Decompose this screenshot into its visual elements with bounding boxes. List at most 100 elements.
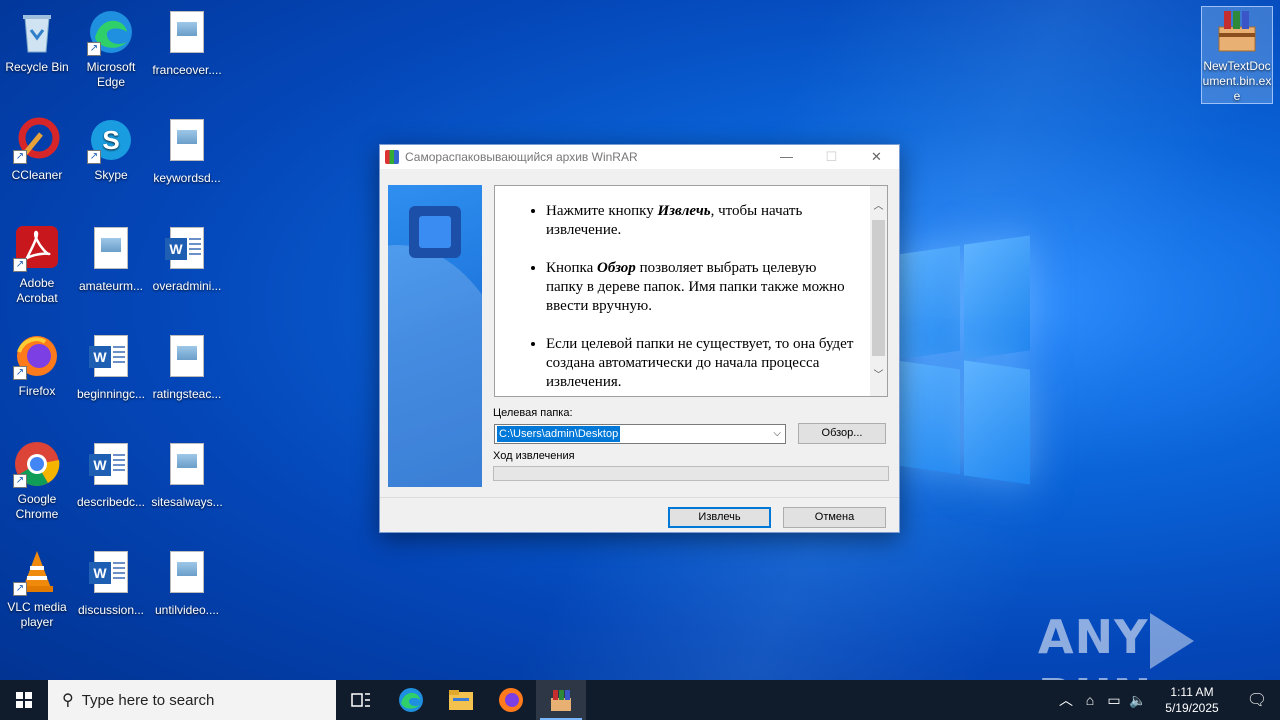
instructions-panel: Нажмите кнопку Извлечь, чтобы начать изв… [494,185,888,397]
clock-date: 5/19/2025 [1165,701,1219,715]
taskbar-winrar[interactable] [536,680,586,720]
desktop-icon-vlc[interactable]: ↗ VLC media player [0,548,74,630]
icon-label: sitesalways... [151,495,223,509]
desktop-icon-untilvideo[interactable]: untilvideo.... [150,548,224,618]
target-folder-combo[interactable]: C:\Users\admin\Desktop ⌵ [494,424,786,444]
close-button[interactable]: ✕ [854,145,899,169]
tray-app-icon[interactable]: ⌂ [1078,692,1102,708]
firefox-icon [499,688,523,712]
icon-label: Skype [94,168,128,182]
chevron-down-icon[interactable]: ⌵ [773,425,781,443]
edge-icon [399,688,423,712]
desktop-icon-discussion[interactable]: W discussion... [74,548,148,618]
shortcut-arrow-icon: ↗ [13,258,27,272]
shortcut-arrow-icon: ↗ [13,366,27,380]
desktop-icon-keywordsd[interactable]: keywordsd... [150,116,224,186]
task-view-icon [351,693,370,707]
taskbar-search-box[interactable]: ⚲ Type here to search [48,680,336,720]
desktop-icon-skype[interactable]: S ↗ Skype [74,116,148,183]
icon-label: Microsoft Edge [86,60,136,89]
icon-label: VLC media player [7,600,67,629]
minimize-button[interactable]: — [764,145,809,169]
start-button[interactable] [0,680,48,720]
skype-icon: S ↗ [87,116,135,164]
search-placeholder: Type here to search [81,691,215,709]
taskbar-clock[interactable]: 1:11 AM 5/19/2025 [1150,684,1234,716]
target-folder-value[interactable]: C:\Users\admin\Desktop [497,426,621,442]
taskbar-firefox[interactable] [486,680,536,720]
extract-button[interactable]: Извлечь [668,507,771,528]
chevron-up-icon[interactable]: ︿ [1054,690,1078,710]
icon-label: CCleaner [11,168,63,182]
winrar-sfx-dialog: Самораспаковывающийся архив WinRAR — ☐ ✕… [379,144,900,533]
progress-label: Ход извлечения [493,450,575,462]
dialog-title: Самораспаковывающийся архив WinRAR [405,150,638,164]
system-tray: ︿ ⌂ ▭ 🔈 1:11 AM 5/19/2025 🗨 [1054,680,1280,720]
icon-label: Google Chrome [15,492,59,521]
image-file-icon [163,551,211,599]
target-folder-label: Целевая папка: [493,407,573,419]
winrar-logo-icon [409,206,461,258]
instructions-scrollbar[interactable]: ︿ ﹀ [870,186,887,396]
scroll-down-icon[interactable]: ﹀ [870,367,887,384]
desktop-icon-ratingsteac[interactable]: ratingsteac... [150,332,224,402]
winrar-icon [385,150,399,164]
dialog-banner [388,185,482,487]
desktop-icon-sitesalways[interactable]: sitesalways... [150,440,224,510]
network-icon[interactable]: ▭ [1102,692,1126,709]
word-doc-icon: W [87,551,135,599]
icon-label: keywordsd... [153,171,221,185]
windows-start-icon [16,692,32,708]
maximize-button[interactable]: ☐ [809,145,854,169]
image-file-icon [87,227,135,275]
desktop-icon-ccleaner[interactable]: ↗ CCleaner [0,116,74,183]
windows-logo-wallpaper [898,235,1030,485]
desktop-icon-amateurm[interactable]: amateurm... [74,224,148,294]
dialog-titlebar[interactable]: Самораспаковывающийся архив WinRAR — ☐ ✕ [380,145,899,169]
instruction-item: Нажмите кнопку Извлечь, чтобы начать изв… [546,202,857,240]
recycle-bin-icon [13,8,61,56]
task-view-button[interactable] [336,680,386,720]
taskbar: ⚲ Type here to search ︿ ⌂ ▭ 🔈 1:11 AM 5/… [0,680,1280,720]
shortcut-arrow-icon: ↗ [87,150,101,164]
word-doc-icon: W [87,335,135,383]
desktop-icon-describedc[interactable]: W describedc... [74,440,148,510]
play-icon [1150,612,1195,669]
shortcut-arrow-icon: ↗ [13,582,27,596]
svg-text:S: S [102,125,119,155]
desktop-icon-adobe-acrobat[interactable]: ↗ Adobe Acrobat [0,224,74,306]
image-file-icon [163,11,211,59]
desktop-icon-beginningc[interactable]: W beginningc... [74,332,148,402]
icon-label: amateurm... [78,279,144,293]
search-icon: ⚲ [62,692,74,709]
shortcut-arrow-icon: ↗ [13,150,27,164]
icon-label: Firefox [18,384,56,398]
edge-icon: ↗ [87,8,135,56]
notification-icon[interactable]: 🗨 [1234,690,1280,710]
icon-label: ratingsteac... [152,387,222,401]
instruction-item: Если целевой папки не существует, то она… [546,335,857,392]
desktop-icon-newtextdocument-exe[interactable]: NewTextDocument.bin.exe [1201,6,1273,104]
shortcut-arrow-icon: ↗ [87,42,101,56]
scroll-thumb[interactable] [872,220,885,356]
ccleaner-icon: ↗ [13,116,61,164]
scroll-up-icon[interactable]: ︿ [870,198,887,215]
image-file-icon [163,335,211,383]
icon-label: beginningc... [76,387,146,401]
browse-button[interactable]: Обзор... [798,423,886,444]
desktop-icon-edge[interactable]: ↗ Microsoft Edge [74,8,148,90]
desktop-icon-google-chrome[interactable]: ↗ Google Chrome [0,440,74,522]
desktop-icon-firefox[interactable]: ↗ Firefox [0,332,74,399]
taskbar-edge[interactable] [386,680,436,720]
desktop-icon-overadmini[interactable]: W overadmini... [150,224,224,294]
desktop-icon-franceover[interactable]: franceover.... [150,8,224,78]
icon-label: describedc... [76,495,146,509]
clock-time: 1:11 AM [1170,685,1214,699]
icon-label: franceover.... [152,63,222,77]
volume-icon[interactable]: 🔈 [1126,692,1150,709]
taskbar-file-explorer[interactable] [436,680,486,720]
word-doc-icon: W [163,227,211,275]
vlc-icon: ↗ [13,548,61,596]
desktop-icon-recycle-bin[interactable]: Recycle Bin [0,8,74,75]
cancel-button[interactable]: Отмена [783,507,886,528]
